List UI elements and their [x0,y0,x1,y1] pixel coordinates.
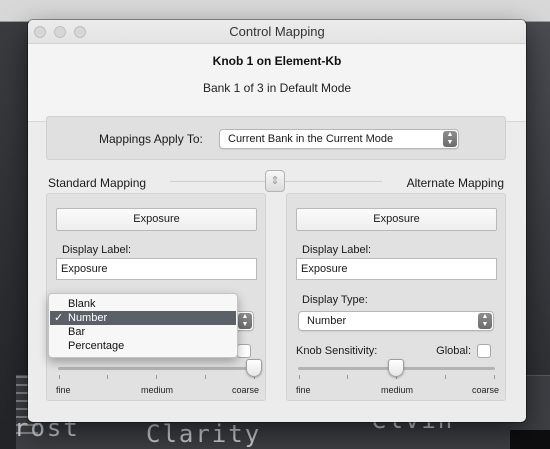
window-title: Control Mapping [229,24,325,39]
menu-item-number-label: Number [68,312,108,324]
alternate-function-button[interactable]: Exposure [296,208,497,231]
background-dark-corner [510,430,550,449]
slider-tick [59,375,60,379]
slider-tick [107,375,108,379]
menu-item-number[interactable]: ✓ Number [50,311,236,325]
up-down-chevron-icon: ▲ ▼ [238,313,252,329]
mappings-apply-value: Current Bank in the Current Mode [228,133,394,145]
slider-tick [347,375,348,379]
standard-sensitivity-slider-knob[interactable] [246,359,262,377]
scale-coarse-label: coarse [231,385,259,395]
title-bar[interactable]: Control Mapping [28,20,526,44]
global-label: Global: [436,345,471,357]
background-label-clarity: Clarity [146,420,262,448]
mappings-apply-popup[interactable]: Current Bank in the Current Mode ▲ ▼ [219,129,459,149]
scale-fine-label: fine [56,385,71,395]
slider-tick [156,375,157,379]
menu-item-blank[interactable]: Blank [49,297,237,311]
standard-global-checkbox[interactable] [237,344,251,358]
alternate-display-type-popup[interactable]: Number ▲ ▼ [298,311,494,331]
display-type-menu: Blank ✓ Number Bar Percentage [48,293,238,358]
standard-display-label-caption: Display Label: [62,244,132,256]
control-name: Knob 1 on Element-Kb [212,54,342,68]
mapping-header: Knob 1 on Element-Kb Bank 1 of 3 in Defa… [28,44,526,122]
slider-tick [299,375,300,379]
menu-item-bar[interactable]: Bar [49,325,237,339]
scale-medium-label: medium [381,385,414,395]
standard-display-label-field[interactable]: Exposure [56,258,257,280]
alternate-mapping-panel: Exposure Display Label: Exposure Display… [286,193,506,401]
scale-medium-label: medium [141,385,174,395]
mappings-apply-group: Mappings Apply To: Current Bank in the C… [46,116,506,160]
scale-fine-label: fine [296,385,311,395]
alternate-global-checkbox[interactable] [477,344,491,358]
knob-sensitivity-label: Knob Sensitivity: [296,345,378,357]
checkmark-icon: ✓ [54,312,64,324]
alternate-display-label-field[interactable]: Exposure [296,258,497,280]
up-down-chevron-icon: ▲ ▼ [478,313,492,329]
alternate-display-type-value: Number [307,315,347,327]
mappings-apply-label: Mappings Apply To: [99,132,203,146]
bank-mode-info: Bank 1 of 3 in Default Mode [202,81,352,95]
slider-tick [205,375,206,379]
scale-coarse-label: coarse [471,385,499,395]
background-menubar [0,0,550,22]
alternate-mapping-heading: Alternate Mapping [406,176,504,190]
alternate-sensitivity-slider-knob[interactable] [388,359,404,377]
slider-tick [445,375,446,379]
slider-tick [494,375,495,379]
alternate-display-type-caption: Display Type: [302,294,368,306]
menu-item-percentage[interactable]: Percentage [49,339,237,353]
standard-mapping-heading: Standard Mapping [48,176,147,190]
standard-sensitivity-track [58,367,255,370]
swap-toggle-icon[interactable]: ⇕ [265,170,285,192]
control-mapping-window: Control Mapping Knob 1 on Element-Kb Ban… [28,20,526,422]
alternate-display-label-caption: Display Label: [302,244,372,256]
up-down-chevron-icon: ▲ ▼ [443,131,457,147]
standard-function-button[interactable]: Exposure [56,208,257,231]
